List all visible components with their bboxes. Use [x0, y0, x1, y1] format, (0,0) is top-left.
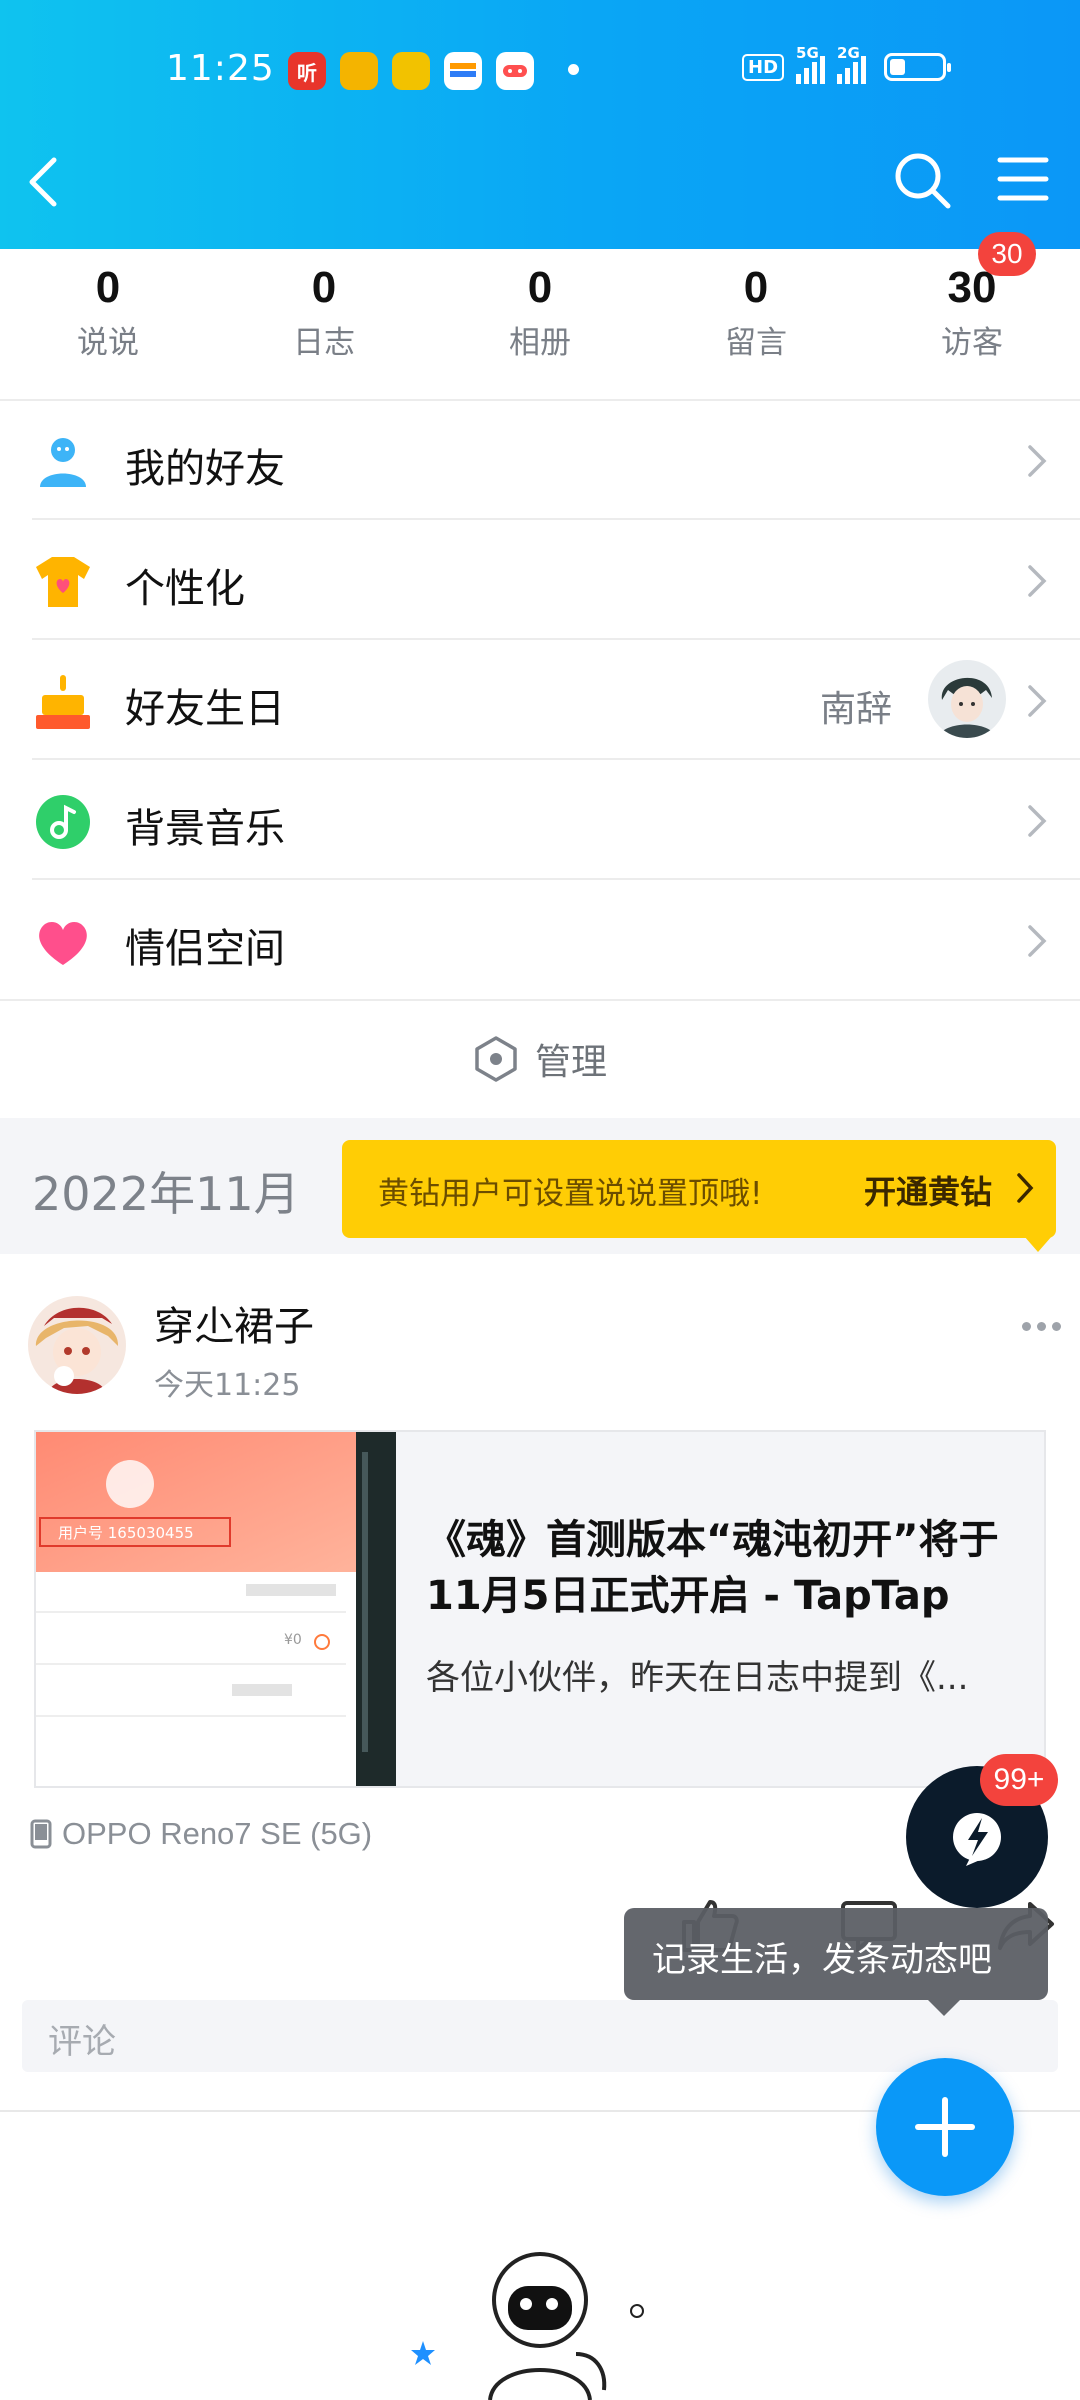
stat-value: 0 [95, 263, 121, 312]
vip-promo-text: 黄钻用户可设置说说置顶哦! [378, 1176, 763, 1212]
phone-icon [30, 1819, 52, 1849]
chevron-right-icon [1026, 924, 1048, 958]
chevron-right-icon [1026, 684, 1048, 718]
back-arrow-icon[interactable] [20, 152, 68, 212]
thumbnail-user-id: 用户号 165030455 [58, 1524, 194, 1542]
chevron-right-icon [1026, 804, 1048, 838]
menu-item-label: 我的好友 [125, 446, 285, 492]
add-post-button[interactable] [876, 2058, 1014, 2196]
menu-item-label: 个性化 [125, 566, 245, 612]
timeline-header: 2022年11月 黄钻用户可设置说说置顶哦! 开通黄钻 [0, 1118, 1080, 1254]
vip-promo-banner[interactable]: 黄钻用户可设置说说置顶哦! 开通黄钻 [342, 1140, 1056, 1252]
profile-stats-row: 0 说说 0 日志 0 相册 0 留言 30 访客 [0, 249, 1080, 399]
hamburger-menu-icon[interactable] [996, 154, 1050, 204]
heart-icon [34, 913, 92, 971]
app-notification-icon [340, 52, 378, 90]
battery-icon [884, 53, 952, 81]
stat-label: 相册 [509, 325, 571, 361]
stat-album[interactable]: 0 相册 [432, 249, 648, 399]
menu-item-friend-birthdays[interactable]: 好友生日 南辞 [0, 640, 1080, 760]
menu-item-label: 背景音乐 [125, 806, 285, 852]
comment-placeholder: 评论 [48, 2022, 116, 2062]
post-timestamp: 今天11:25 [154, 1368, 301, 1403]
more-notifications-dot [568, 64, 579, 75]
top-app-bar: 11:25 听 HD 5G 2G [0, 0, 1080, 249]
link-card-title: 《魂》首测版本“魂沌初开”将于11月5日正式开启 - TapTap [426, 1517, 999, 1619]
link-card-description: 各位小伙伴，昨天在日志中提到《... [426, 1658, 969, 1698]
chevron-right-icon [1026, 444, 1048, 478]
chevron-right-icon [1026, 564, 1048, 598]
friend-avatar [928, 660, 1006, 738]
menu-item-couple-space[interactable]: 情侣空间 [0, 880, 1080, 1000]
hexagon-settings-icon [475, 1036, 517, 1082]
post-author-name[interactable]: 穿尐裙子 [154, 1294, 314, 1352]
message-count-badge: 99+ [980, 1754, 1058, 1806]
stat-label: 说说 [77, 325, 139, 361]
plus-icon [915, 2097, 975, 2157]
stat-label: 访客 [941, 325, 1003, 361]
stat-visitors[interactable]: 30 访客 [864, 249, 1080, 399]
stat-blog[interactable]: 0 日志 [216, 249, 432, 399]
stat-label: 日志 [293, 325, 355, 361]
stat-shuoshuo[interactable]: 0 说说 [0, 249, 216, 399]
manage-label: 管理 [534, 1042, 607, 1083]
device-name: OPPO Reno7 SE (5G) [62, 1816, 373, 1851]
vip-open-link[interactable]: 开通黄钻 [864, 1167, 992, 1213]
visitor-count-badge: 30 [978, 232, 1036, 276]
ting-app-icon: 听 [288, 52, 326, 90]
menu-item-label: 情侣空间 [125, 926, 285, 972]
app-notification-icon [444, 52, 482, 90]
status-notification-icons: 听 [288, 52, 534, 90]
tooltip-text: 记录生活，发条动态吧 [652, 1940, 992, 1980]
search-icon[interactable] [892, 150, 954, 212]
signal-2g-icon: 2G [837, 44, 867, 84]
status-time: 11:25 [166, 48, 275, 89]
star-decoration [411, 2341, 435, 2365]
link-thumbnail: 用户号 165030455 ¥0 [36, 1432, 396, 1786]
game-app-icon [496, 52, 534, 90]
app-notification-icon [392, 52, 430, 90]
more-options-icon[interactable] [1022, 1318, 1062, 1334]
personalize-shirt-icon [34, 553, 92, 611]
post-device-info: OPPO Reno7 SE (5G) [30, 1816, 372, 1852]
menu-item-label: 好友生日 [125, 686, 285, 732]
birthday-friend-name: 南辞 [820, 689, 893, 730]
stat-value: 0 [311, 263, 337, 312]
hd-voice-icon: HD [742, 53, 785, 81]
menu-item-personalize[interactable]: 个性化 [0, 520, 1080, 640]
friends-icon [34, 433, 92, 491]
manage-button[interactable]: 管理 [0, 1000, 1080, 1118]
post-author-avatar[interactable] [28, 1296, 126, 1394]
menu-item-background-music[interactable]: 背景音乐 [0, 760, 1080, 880]
music-note-icon [34, 793, 92, 851]
stat-messages[interactable]: 0 留言 [648, 249, 864, 399]
timeline-month: 2022年11月 [32, 1167, 300, 1221]
stat-value: 0 [527, 263, 553, 312]
birthday-cake-icon [34, 673, 92, 731]
thumbnail-balance: ¥0 [284, 1632, 302, 1648]
stat-label: 留言 [725, 325, 787, 361]
status-system-icons: HD 5G 2G [742, 44, 952, 84]
post-tip-tooltip: 记录生活，发条动态吧 [624, 1908, 1048, 2016]
chevron-right-icon [1016, 1172, 1034, 1204]
stat-value: 0 [743, 263, 769, 312]
circle-decoration [630, 2304, 644, 2318]
signal-5g-icon: 5G [796, 44, 826, 84]
stat-value: 30 [947, 263, 997, 312]
shared-link-card[interactable]: 用户号 165030455 ¥0 《魂》首测版本“魂沌初开”将于11月5日正式开… [34, 1430, 1046, 1788]
menu-item-my-friends[interactable]: 我的好友 [0, 400, 1080, 520]
